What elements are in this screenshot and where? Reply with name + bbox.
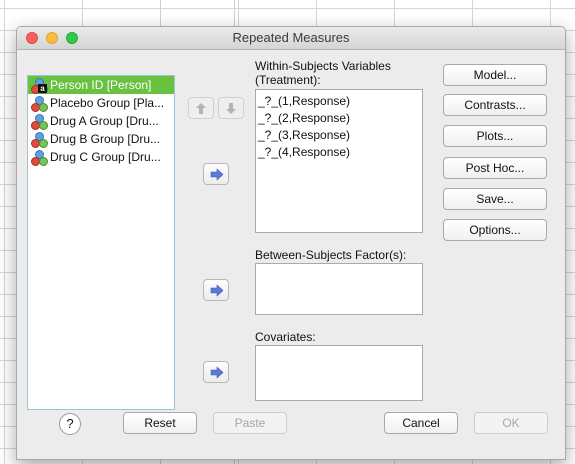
variable-label: Person ID [Person] xyxy=(50,78,152,92)
within-subjects-item[interactable]: _?_(4,Response) xyxy=(256,144,422,161)
arrow-right-icon xyxy=(210,168,224,181)
move-to-covariates-button[interactable] xyxy=(203,361,229,383)
move-to-between-subjects-button[interactable] xyxy=(203,279,229,301)
variable-item-person-id[interactable]: a Person ID [Person] xyxy=(28,76,174,94)
zoom-window-button[interactable] xyxy=(66,32,78,44)
scale-variable-icon xyxy=(31,149,48,166)
variable-item-drug-c-group[interactable]: Drug C Group [Dru... xyxy=(28,148,174,166)
model-button[interactable]: Model... xyxy=(443,64,547,86)
source-variable-list[interactable]: a Person ID [Person] Placebo Group [Pla.… xyxy=(27,75,175,410)
move-up-button[interactable] xyxy=(188,97,214,119)
post-hoc-button[interactable]: Post Hoc... xyxy=(443,157,547,179)
paste-button[interactable]: Paste xyxy=(213,412,287,434)
arrow-right-icon xyxy=(210,284,224,297)
arrow-right-icon xyxy=(210,366,224,379)
between-subjects-label: Between-Subjects Factor(s): xyxy=(255,248,407,262)
arrow-down-icon xyxy=(226,103,236,114)
close-window-button[interactable] xyxy=(26,32,38,44)
help-button[interactable]: ? xyxy=(59,413,81,435)
move-to-within-subjects-button[interactable] xyxy=(203,163,229,185)
move-down-button[interactable] xyxy=(218,97,244,119)
variable-label: Drug B Group [Dru... xyxy=(50,132,161,146)
minimize-window-button[interactable] xyxy=(46,32,58,44)
covariates-label: Covariates: xyxy=(255,330,316,344)
variable-item-drug-a-group[interactable]: Drug A Group [Dru... xyxy=(28,112,174,130)
within-subjects-item[interactable]: _?_(2,Response) xyxy=(256,110,422,127)
scale-variable-icon xyxy=(31,131,48,148)
repeated-measures-dialog: Repeated Measures a Person ID [Person] P… xyxy=(16,26,566,460)
contrasts-button[interactable]: Contrasts... xyxy=(443,94,547,116)
options-button[interactable]: Options... xyxy=(443,219,547,241)
between-subjects-list[interactable] xyxy=(255,263,423,315)
variable-label: Drug A Group [Dru... xyxy=(50,114,159,128)
arrow-up-icon xyxy=(196,103,206,114)
variable-item-drug-b-group[interactable]: Drug B Group [Dru... xyxy=(28,130,174,148)
within-subjects-item[interactable]: _?_(1,Response) xyxy=(256,93,422,110)
within-subjects-list[interactable]: _?_(1,Response) _?_(2,Response) _?_(3,Re… xyxy=(255,89,423,233)
within-subjects-item[interactable]: _?_(3,Response) xyxy=(256,127,422,144)
scale-variable-icon xyxy=(31,113,48,130)
variable-item-placebo-group[interactable]: Placebo Group [Pla... xyxy=(28,94,174,112)
cancel-button[interactable]: Cancel xyxy=(384,412,458,434)
window-title: Repeated Measures xyxy=(232,30,350,45)
plots-button[interactable]: Plots... xyxy=(443,125,547,147)
save-button[interactable]: Save... xyxy=(443,188,547,210)
reset-button[interactable]: Reset xyxy=(123,412,197,434)
nominal-variable-icon: a xyxy=(31,77,48,94)
title-bar: Repeated Measures xyxy=(17,27,565,50)
ok-button[interactable]: OK xyxy=(474,412,548,434)
within-subjects-label-line1: Within-Subjects Variables xyxy=(255,59,391,73)
scale-variable-icon xyxy=(31,95,48,112)
within-subjects-label-line2: (Treatment): xyxy=(255,73,321,87)
covariates-list[interactable] xyxy=(255,345,423,401)
variable-label: Placebo Group [Pla... xyxy=(50,96,165,110)
variable-label: Drug C Group [Dru... xyxy=(50,150,161,164)
